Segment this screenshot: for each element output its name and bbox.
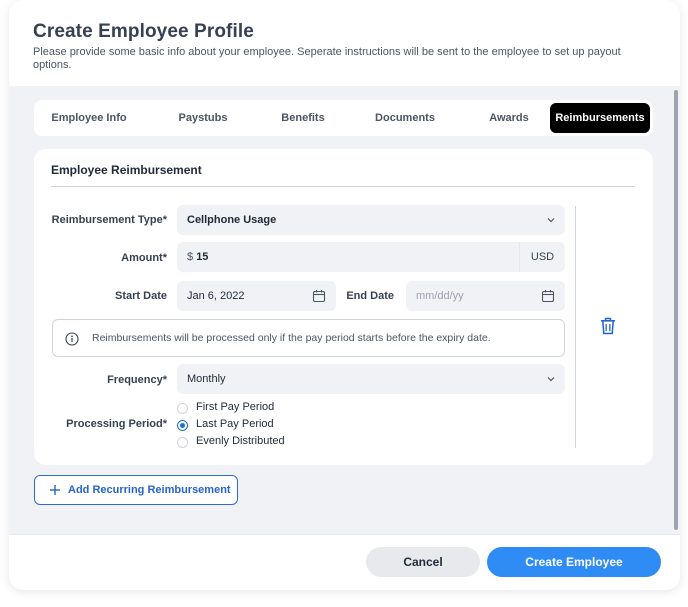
tab-employee-info[interactable]: Employee Info <box>42 100 136 136</box>
tab-paystubs[interactable]: Paystubs <box>156 100 250 136</box>
scrollbar-thumb[interactable] <box>674 90 678 530</box>
radio-label: Evenly Distributed <box>196 435 285 447</box>
trash-icon[interactable] <box>600 317 616 335</box>
amount-value: 15 <box>196 251 209 263</box>
add-recurring-reimbursement-button[interactable]: Add Recurring Reimbursement <box>34 475 238 505</box>
page-subtitle: Please provide some basic info about you… <box>33 46 621 71</box>
frequency-label: Frequency* <box>107 374 167 386</box>
start-date-input[interactable]: Jan 6, 2022 <box>177 281 336 311</box>
radio-circle[interactable] <box>177 403 188 414</box>
radio-circle-selected[interactable] <box>177 420 188 431</box>
amount-label: Amount* <box>121 252 167 264</box>
divider <box>51 186 635 187</box>
frequency-select[interactable]: Monthly <box>177 364 565 394</box>
processing-period-label: Processing Period* <box>66 418 167 430</box>
tab-reimbursements[interactable]: Reimbursements <box>550 103 650 133</box>
chevron-down-icon <box>547 377 555 382</box>
plus-icon <box>50 485 60 495</box>
modal-header: Create Employee Profile Please provide s… <box>9 0 680 86</box>
cancel-button[interactable]: Cancel <box>366 547 480 577</box>
chevron-down-icon <box>547 218 555 223</box>
page-title: Create Employee Profile <box>33 21 254 42</box>
end-date-input[interactable]: mm/dd/yy <box>406 281 565 311</box>
end-date-label: End Date <box>346 290 394 302</box>
frequency-value: Monthly <box>187 373 226 385</box>
add-button-label: Add Recurring Reimbursement <box>68 484 231 496</box>
radio-circle[interactable] <box>177 437 188 448</box>
currency-code: USD <box>519 242 565 272</box>
radio-label: First Pay Period <box>196 401 275 413</box>
end-date-placeholder: mm/dd/yy <box>416 290 464 302</box>
info-notice: Reimbursements will be processed only if… <box>52 319 565 357</box>
create-employee-button[interactable]: Create Employee <box>487 547 661 577</box>
tab-awards[interactable]: Awards <box>462 100 556 136</box>
currency-prefix: $ <box>187 251 194 263</box>
amount-input[interactable]: $ 15 USD <box>177 242 565 272</box>
tab-benefits[interactable]: Benefits <box>256 100 350 136</box>
modal-body: Employee Info Paystubs Benefits Document… <box>9 86 680 534</box>
radio-label: Last Pay Period <box>196 418 274 430</box>
start-date-label: Start Date <box>115 290 167 302</box>
info-text: Reimbursements will be processed only if… <box>92 332 491 344</box>
modal-footer: Cancel Create Employee <box>9 534 680 590</box>
reimbursement-type-value: Cellphone Usage <box>187 214 277 226</box>
reimbursement-card: Employee Reimbursement Reimbursement Typ… <box>34 149 653 465</box>
scrollbar[interactable] <box>672 86 680 534</box>
card-title: Employee Reimbursement <box>51 163 202 177</box>
tab-bar: Employee Info Paystubs Benefits Document… <box>34 100 653 136</box>
reimbursement-type-select[interactable]: Cellphone Usage <box>177 205 565 235</box>
create-employee-modal: Create Employee Profile Please provide s… <box>9 0 680 590</box>
tab-documents[interactable]: Documents <box>358 100 452 136</box>
calendar-icon <box>541 290 555 303</box>
reimbursement-type-label: Reimbursement Type* <box>51 214 167 226</box>
start-date-value: Jan 6, 2022 <box>187 290 245 302</box>
vertical-divider <box>575 206 576 448</box>
calendar-icon <box>312 290 326 303</box>
info-icon <box>65 332 79 346</box>
